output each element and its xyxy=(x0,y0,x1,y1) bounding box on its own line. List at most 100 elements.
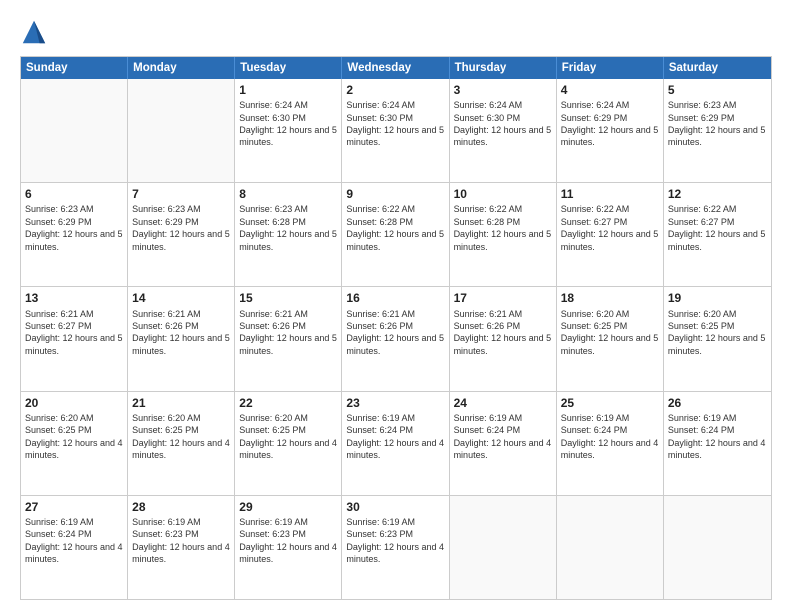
calendar-cell: 21Sunrise: 6:20 AM Sunset: 6:25 PM Dayli… xyxy=(128,392,235,495)
cell-content: Sunrise: 6:22 AM Sunset: 6:28 PM Dayligh… xyxy=(346,203,444,253)
day-number: 28 xyxy=(132,499,230,515)
calendar-cell: 19 Sunrise: 6:20 AM Sunset: 6:25 PM Dayli… xyxy=(664,287,771,390)
calendar-cell xyxy=(664,496,771,599)
cell-content: Sunrise: 6:19 AM Sunset: 6:23 PM Dayligh… xyxy=(346,516,444,566)
calendar-cell xyxy=(557,496,664,599)
logo xyxy=(20,18,52,46)
cell-content: Sunrise: 6:19 AM Sunset: 6:24 PM Dayligh… xyxy=(454,412,552,462)
cell-content: Sunrise: 6:19 AM Sunset: 6:24 PM Dayligh… xyxy=(561,412,659,462)
day-number: 3 xyxy=(454,82,552,98)
day-number: 12 xyxy=(668,186,767,202)
weekday-header-saturday: Saturday xyxy=(664,57,771,79)
calendar-cell: 3Sunrise: 6:24 AM Sunset: 6:30 PM Daylig… xyxy=(450,79,557,182)
day-number: 22 xyxy=(239,395,337,411)
cell-content: Sunrise: 6:23 AM Sunset: 6:28 PM Dayligh… xyxy=(239,203,337,253)
weekday-header-sunday: Sunday xyxy=(21,57,128,79)
weekday-header-friday: Friday xyxy=(557,57,664,79)
weekday-header-wednesday: Wednesday xyxy=(342,57,449,79)
calendar-cell: 27Sunrise: 6:19 AM Sunset: 6:24 PM Dayli… xyxy=(21,496,128,599)
cell-content: Sunrise: 6:20 AM Sunset: 6:25 PM Dayligh… xyxy=(239,412,337,462)
calendar-row-3: 20Sunrise: 6:20 AM Sunset: 6:25 PM Dayli… xyxy=(21,392,771,496)
calendar-cell: 28Sunrise: 6:19 AM Sunset: 6:23 PM Dayli… xyxy=(128,496,235,599)
calendar-cell: 11Sunrise: 6:22 AM Sunset: 6:27 PM Dayli… xyxy=(557,183,664,286)
day-number: 6 xyxy=(25,186,123,202)
day-number: 27 xyxy=(25,499,123,515)
calendar-body: 1Sunrise: 6:24 AM Sunset: 6:30 PM Daylig… xyxy=(21,79,771,599)
cell-content: Sunrise: 6:19 AM Sunset: 6:24 PM Dayligh… xyxy=(668,412,767,462)
calendar-cell: 5Sunrise: 6:23 AM Sunset: 6:29 PM Daylig… xyxy=(664,79,771,182)
calendar-cell: 24Sunrise: 6:19 AM Sunset: 6:24 PM Dayli… xyxy=(450,392,557,495)
cell-content: Sunrise: 6:23 AM Sunset: 6:29 PM Dayligh… xyxy=(668,99,767,149)
calendar-cell: 4Sunrise: 6:24 AM Sunset: 6:29 PM Daylig… xyxy=(557,79,664,182)
calendar: SundayMondayTuesdayWednesdayThursdayFrid… xyxy=(20,56,772,600)
day-number: 16 xyxy=(346,290,444,306)
cell-content: Sunrise: 6:21 AM Sunset: 6:26 PM Dayligh… xyxy=(239,308,337,358)
cell-content: Sunrise: 6:19 AM Sunset: 6:24 PM Dayligh… xyxy=(25,516,123,566)
day-number: 20 xyxy=(25,395,123,411)
cell-content: Sunrise: 6:22 AM Sunset: 6:27 PM Dayligh… xyxy=(668,203,767,253)
calendar-cell xyxy=(128,79,235,182)
cell-content: Sunrise: 6:19 AM Sunset: 6:23 PM Dayligh… xyxy=(239,516,337,566)
calendar-cell: 20Sunrise: 6:20 AM Sunset: 6:25 PM Dayli… xyxy=(21,392,128,495)
day-number: 1 xyxy=(239,82,337,98)
day-number: 21 xyxy=(132,395,230,411)
day-number: 15 xyxy=(239,290,337,306)
logo-icon xyxy=(20,18,48,46)
day-number: 18 xyxy=(561,290,659,306)
day-number: 4 xyxy=(561,82,659,98)
calendar-cell: 18 Sunrise: 6:20 AM Sunset: 6:25 PM Dayli… xyxy=(557,287,664,390)
day-number: 10 xyxy=(454,186,552,202)
calendar-cell: 17 Sunrise: 6:21 AM Sunset: 6:26 PM Dayli… xyxy=(450,287,557,390)
calendar-row-0: 1Sunrise: 6:24 AM Sunset: 6:30 PM Daylig… xyxy=(21,79,771,183)
cell-content: Sunrise: 6:24 AM Sunset: 6:30 PM Dayligh… xyxy=(346,99,444,149)
calendar-cell: 30Sunrise: 6:19 AM Sunset: 6:23 PM Dayli… xyxy=(342,496,449,599)
calendar-cell: 8Sunrise: 6:23 AM Sunset: 6:28 PM Daylig… xyxy=(235,183,342,286)
cell-content: Sunrise: 6:19 AM Sunset: 6:23 PM Dayligh… xyxy=(132,516,230,566)
cell-content: Sunrise: 6:24 AM Sunset: 6:30 PM Dayligh… xyxy=(239,99,337,149)
cell-content: Sunrise: 6:20 AM Sunset: 6:25 PM Dayligh… xyxy=(668,308,767,358)
calendar-cell xyxy=(21,79,128,182)
cell-content: Sunrise: 6:22 AM Sunset: 6:28 PM Dayligh… xyxy=(454,203,552,253)
calendar-cell: 14Sunrise: 6:21 AM Sunset: 6:26 PM Dayli… xyxy=(128,287,235,390)
cell-content: Sunrise: 6:20 AM Sunset: 6:25 PM Dayligh… xyxy=(561,308,659,358)
cell-content: Sunrise: 6:19 AM Sunset: 6:24 PM Dayligh… xyxy=(346,412,444,462)
cell-content: Sunrise: 6:20 AM Sunset: 6:25 PM Dayligh… xyxy=(25,412,123,462)
day-number: 17 xyxy=(454,290,552,306)
cell-content: Sunrise: 6:21 AM Sunset: 6:26 PM Dayligh… xyxy=(132,308,230,358)
calendar-cell xyxy=(450,496,557,599)
day-number: 19 xyxy=(668,290,767,306)
calendar-cell: 12Sunrise: 6:22 AM Sunset: 6:27 PM Dayli… xyxy=(664,183,771,286)
weekday-header-tuesday: Tuesday xyxy=(235,57,342,79)
calendar-cell: 23Sunrise: 6:19 AM Sunset: 6:24 PM Dayli… xyxy=(342,392,449,495)
day-number: 11 xyxy=(561,186,659,202)
calendar-cell: 6Sunrise: 6:23 AM Sunset: 6:29 PM Daylig… xyxy=(21,183,128,286)
day-number: 7 xyxy=(132,186,230,202)
day-number: 5 xyxy=(668,82,767,98)
cell-content: Sunrise: 6:23 AM Sunset: 6:29 PM Dayligh… xyxy=(132,203,230,253)
cell-content: Sunrise: 6:24 AM Sunset: 6:29 PM Dayligh… xyxy=(561,99,659,149)
weekday-header-monday: Monday xyxy=(128,57,235,79)
cell-content: Sunrise: 6:23 AM Sunset: 6:29 PM Dayligh… xyxy=(25,203,123,253)
calendar-cell: 10Sunrise: 6:22 AM Sunset: 6:28 PM Dayli… xyxy=(450,183,557,286)
calendar-cell: 22Sunrise: 6:20 AM Sunset: 6:25 PM Dayli… xyxy=(235,392,342,495)
calendar-row-1: 6Sunrise: 6:23 AM Sunset: 6:29 PM Daylig… xyxy=(21,183,771,287)
calendar-cell: 26Sunrise: 6:19 AM Sunset: 6:24 PM Dayli… xyxy=(664,392,771,495)
cell-content: Sunrise: 6:20 AM Sunset: 6:25 PM Dayligh… xyxy=(132,412,230,462)
day-number: 8 xyxy=(239,186,337,202)
cell-content: Sunrise: 6:21 AM Sunset: 6:27 PM Dayligh… xyxy=(25,308,123,358)
calendar-cell: 29Sunrise: 6:19 AM Sunset: 6:23 PM Dayli… xyxy=(235,496,342,599)
calendar-cell: 7Sunrise: 6:23 AM Sunset: 6:29 PM Daylig… xyxy=(128,183,235,286)
header xyxy=(20,18,772,46)
calendar-cell: 13 Sunrise: 6:21 AM Sunset: 6:27 PM Dayli… xyxy=(21,287,128,390)
cell-content: Sunrise: 6:24 AM Sunset: 6:30 PM Dayligh… xyxy=(454,99,552,149)
day-number: 30 xyxy=(346,499,444,515)
cell-content: Sunrise: 6:21 AM Sunset: 6:26 PM Dayligh… xyxy=(346,308,444,358)
day-number: 9 xyxy=(346,186,444,202)
day-number: 13 xyxy=(25,290,123,306)
calendar-header: SundayMondayTuesdayWednesdayThursdayFrid… xyxy=(21,57,771,79)
weekday-header-thursday: Thursday xyxy=(450,57,557,79)
cell-content: Sunrise: 6:21 AM Sunset: 6:26 PM Dayligh… xyxy=(454,308,552,358)
calendar-cell: 9Sunrise: 6:22 AM Sunset: 6:28 PM Daylig… xyxy=(342,183,449,286)
calendar-cell: 25Sunrise: 6:19 AM Sunset: 6:24 PM Dayli… xyxy=(557,392,664,495)
calendar-cell: 15 Sunrise: 6:21 AM Sunset: 6:26 PM Dayli… xyxy=(235,287,342,390)
